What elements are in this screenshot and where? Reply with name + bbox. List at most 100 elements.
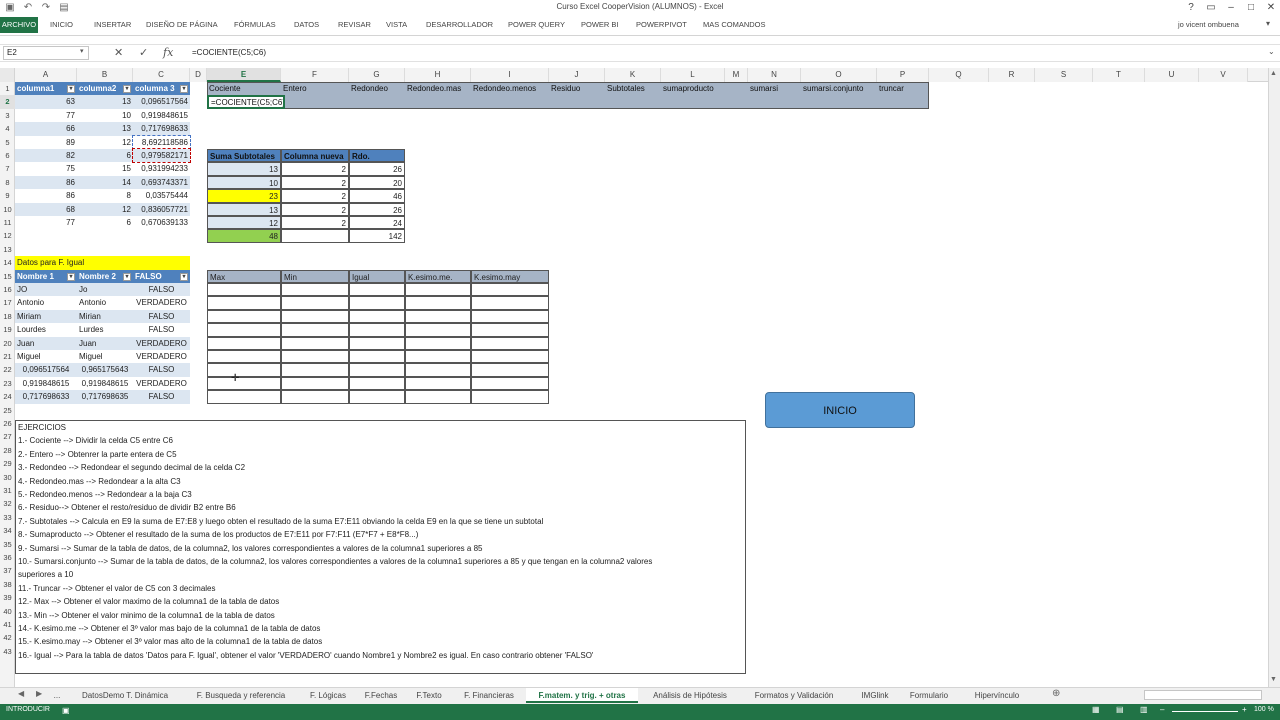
ribbon-tab-0[interactable]: INICIO bbox=[50, 16, 73, 34]
row-header-40[interactable]: 40 bbox=[0, 605, 15, 618]
row-header-41[interactable]: 41 bbox=[0, 618, 15, 631]
main-table-cell[interactable]: 0,717698633 bbox=[133, 122, 190, 136]
stats-cell[interactable] bbox=[349, 283, 405, 297]
row-header-39[interactable]: 39 bbox=[0, 591, 15, 604]
ribbon-tab-7[interactable]: DESARROLLADOR bbox=[426, 16, 493, 34]
subtotal-cell[interactable]: 2 bbox=[281, 162, 349, 176]
igual-table-cell[interactable]: VERDADERO bbox=[133, 350, 190, 363]
normal-view-icon[interactable]: ▦ bbox=[1092, 705, 1100, 714]
prev-sheet-icon[interactable]: ◀ bbox=[18, 689, 24, 698]
row-header-18[interactable]: 18 bbox=[0, 310, 15, 323]
igual-table-cell[interactable]: 0,717698633 bbox=[15, 390, 77, 404]
main-table-cell[interactable]: 13 bbox=[77, 95, 133, 109]
igual-header-0[interactable]: Nombre 1 ▾ bbox=[15, 269, 77, 283]
igual-table-cell[interactable]: Jo bbox=[77, 283, 133, 297]
scroll-down-icon[interactable]: ▼ bbox=[1270, 676, 1277, 683]
sheet-tab-5[interactable]: F. Financieras bbox=[454, 688, 524, 703]
stats-cell[interactable] bbox=[471, 296, 549, 310]
user-name[interactable]: jo vicent ombuena bbox=[1178, 16, 1239, 34]
igual-table-cell[interactable]: JO bbox=[15, 283, 77, 297]
ribbon-tab-4[interactable]: DATOS bbox=[294, 16, 319, 34]
ribbon-tab-2[interactable]: DISEÑO DE PÁGINA bbox=[146, 16, 218, 34]
name-box[interactable]: E2 bbox=[3, 46, 89, 60]
main-table-cell[interactable]: 66 bbox=[15, 122, 77, 136]
main-table-cell[interactable]: 89 bbox=[15, 136, 77, 149]
igual-table-cell[interactable]: Miguel bbox=[15, 350, 77, 363]
column-header-Q[interactable]: Q bbox=[929, 68, 989, 82]
stats-cell[interactable] bbox=[349, 336, 405, 350]
stats-cell[interactable] bbox=[471, 323, 549, 337]
stats-cell[interactable] bbox=[207, 283, 281, 297]
stats-cell[interactable] bbox=[471, 390, 549, 404]
stats-cell[interactable] bbox=[405, 390, 471, 404]
print-icon[interactable]: ▤ bbox=[58, 2, 70, 14]
main-table-cell[interactable]: 6 bbox=[77, 149, 133, 163]
igual-table-cell[interactable]: Antonio bbox=[77, 296, 133, 309]
stats-cell[interactable] bbox=[207, 323, 281, 337]
main-table-cell[interactable]: 13 bbox=[77, 122, 133, 136]
function-header-5[interactable]: Residuo bbox=[549, 82, 605, 95]
subtotal-cell[interactable]: 26 bbox=[349, 202, 405, 216]
column-header-D[interactable]: D bbox=[190, 68, 207, 82]
row-header-9[interactable]: 9 bbox=[0, 189, 15, 202]
row-header-15[interactable]: 15 bbox=[0, 270, 15, 283]
subtotal-header-1[interactable]: Columna nueva bbox=[281, 149, 349, 163]
sheet-tab-6[interactable]: F.matem. y trig. + otras bbox=[526, 688, 638, 703]
main-table-cell[interactable]: 0,693743371 bbox=[133, 175, 190, 190]
row-header-42[interactable]: 42 bbox=[0, 631, 15, 644]
main-table-cell[interactable]: 77 bbox=[15, 216, 77, 229]
igual-table-cell[interactable]: FALSO bbox=[133, 390, 190, 404]
sheet-tab-9[interactable]: IMGlink bbox=[850, 688, 900, 703]
stats-cell[interactable] bbox=[405, 296, 471, 310]
igual-table-cell[interactable]: Miguel bbox=[77, 350, 133, 363]
row-header-17[interactable]: 17 bbox=[0, 296, 15, 309]
next-sheet-icon[interactable]: ▶ bbox=[36, 689, 42, 698]
row-header-5[interactable]: 5 bbox=[0, 136, 15, 149]
row-header-12[interactable]: 12 bbox=[0, 229, 15, 242]
row-header-6[interactable]: 6 bbox=[0, 149, 15, 162]
stats-cell[interactable] bbox=[471, 350, 549, 364]
subtotal-total-cell[interactable]: 48 bbox=[207, 229, 281, 243]
main-table-header-2[interactable]: columna 3 ▾ bbox=[133, 82, 190, 96]
column-header-S[interactable]: S bbox=[1035, 68, 1093, 82]
zoom-out-icon[interactable]: – bbox=[1160, 705, 1164, 714]
subtotal-header-2[interactable]: Rdo. bbox=[349, 149, 405, 163]
function-header-2[interactable]: Redondeo bbox=[349, 82, 405, 95]
row-header-37[interactable]: 37 bbox=[0, 564, 15, 577]
stats-header-2[interactable]: Igual bbox=[349, 269, 405, 283]
stats-header-1[interactable]: Min bbox=[281, 269, 349, 283]
subtotal-header-0[interactable]: Suma Subtotales bbox=[207, 149, 281, 163]
help-icon[interactable]: ? bbox=[1184, 1, 1198, 15]
stats-cell[interactable] bbox=[281, 283, 349, 297]
igual-table-cell[interactable]: FALSO bbox=[133, 323, 190, 336]
function-header-10[interactable]: truncar bbox=[877, 82, 929, 95]
sheet-tab-2[interactable]: F. Lógicas bbox=[300, 688, 356, 703]
stats-cell[interactable] bbox=[281, 296, 349, 310]
macro-record-icon[interactable]: ▣ bbox=[62, 706, 70, 715]
close-icon[interactable]: ✕ bbox=[1264, 1, 1278, 15]
stats-cell[interactable] bbox=[405, 309, 471, 324]
select-all-button[interactable] bbox=[0, 68, 15, 82]
row-header-32[interactable]: 32 bbox=[0, 497, 15, 510]
main-table-cell[interactable]: 86 bbox=[15, 175, 77, 190]
row-header-24[interactable]: 24 bbox=[0, 390, 15, 403]
main-table-cell[interactable]: 63 bbox=[15, 95, 77, 109]
igual-title[interactable]: Datos para F. Igual bbox=[15, 256, 190, 270]
sheet-tab-7[interactable]: Análisis de Hipótesis bbox=[640, 688, 740, 703]
stats-cell[interactable] bbox=[207, 296, 281, 310]
column-header-N[interactable]: N bbox=[748, 68, 801, 82]
main-table-cell[interactable]: 0,836057721 bbox=[133, 202, 190, 216]
zoom-level[interactable]: 100 % bbox=[1254, 706, 1274, 713]
stats-cell[interactable] bbox=[471, 336, 549, 350]
main-table-cell[interactable]: 12 bbox=[77, 202, 133, 216]
main-table-cell[interactable]: 8,692118586 bbox=[132, 134, 191, 151]
column-header-T[interactable]: T bbox=[1093, 68, 1145, 82]
column-header-J[interactable]: J bbox=[549, 68, 605, 82]
subtotal-cell[interactable]: 24 bbox=[349, 216, 405, 230]
save-icon[interactable]: ▣ bbox=[4, 2, 16, 14]
row-header-10[interactable]: 10 bbox=[0, 203, 15, 216]
main-table-cell[interactable]: 77 bbox=[15, 109, 77, 122]
ribbon-tab-9[interactable]: POWER BI bbox=[581, 16, 619, 34]
stats-cell[interactable] bbox=[281, 336, 349, 350]
stats-cell[interactable] bbox=[349, 376, 405, 391]
